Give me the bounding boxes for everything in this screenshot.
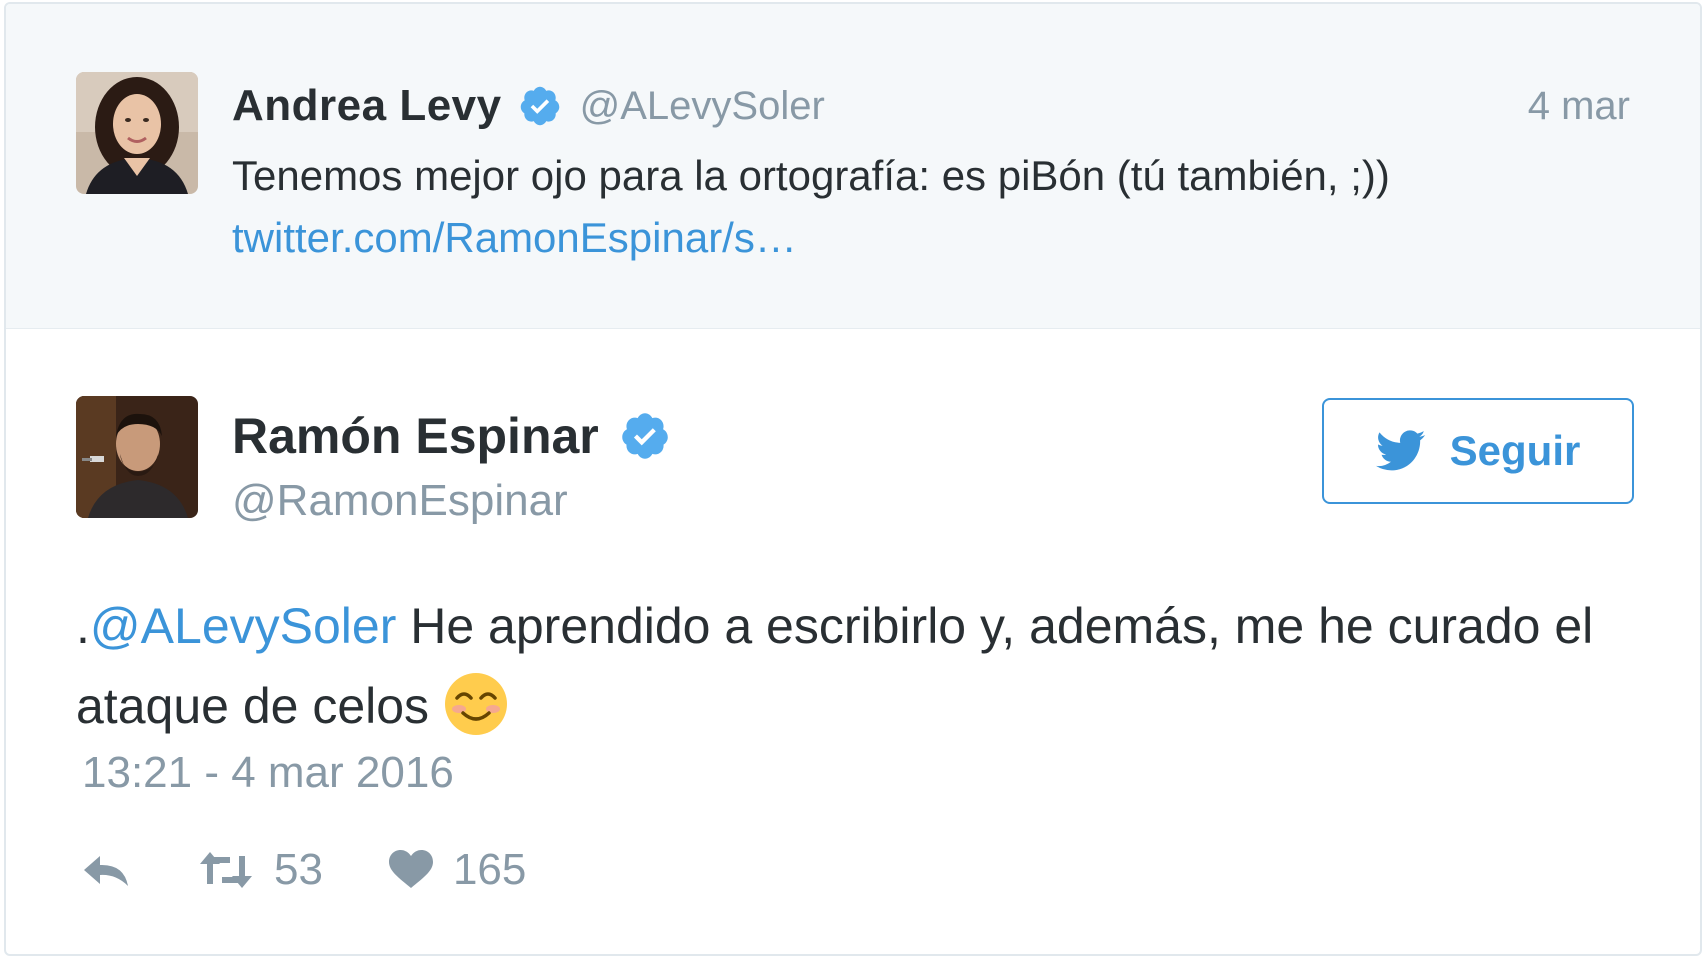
verified-badge-icon (619, 410, 671, 462)
author-name[interactable]: Ramón Espinar (232, 407, 599, 465)
tweet-link[interactable]: twitter.com/RamonEspinar/s… (232, 210, 797, 266)
tweet-date[interactable]: 4 mar (1528, 84, 1630, 129)
retweet-button[interactable]: 53 (198, 845, 323, 895)
like-button[interactable]: 165 (388, 845, 527, 895)
like-count: 165 (452, 845, 527, 894)
tweet-timestamp[interactable]: 13:21 - 4 mar 2016 (82, 748, 454, 798)
parent-tweet-header: Andrea Levy @ALevySoler (232, 78, 825, 134)
mention-link[interactable]: @ALevySoler (90, 598, 396, 654)
reply-icon (82, 850, 132, 890)
reply-button[interactable] (82, 850, 132, 890)
tweet-embed-card: Andrea Levy @ALevySoler 4 mar Tenemos me… (4, 2, 1702, 956)
heart-icon (388, 850, 433, 890)
smiling-face-emoji-icon (443, 671, 509, 737)
avatar[interactable] (76, 396, 198, 518)
author-handle[interactable]: @RamonEspinar (232, 476, 568, 526)
author-name[interactable]: Andrea Levy (232, 81, 502, 131)
follow-button[interactable]: Seguir (1322, 398, 1634, 504)
tweet-text: .@ALevySoler He aprendido a escribirlo y… (76, 586, 1616, 746)
verified-badge-icon (518, 84, 562, 128)
avatar[interactable] (76, 72, 198, 194)
tweet-text: Tenemos mejor ojo para la ortografía: es… (232, 152, 1390, 199)
twitter-bird-icon (1375, 430, 1426, 472)
parent-tweet[interactable]: Andrea Levy @ALevySoler 4 mar Tenemos me… (6, 4, 1700, 329)
tweet-actions: 53 165 (82, 840, 526, 900)
retweet-icon (198, 850, 254, 890)
author-name-row: Ramón Espinar (232, 404, 671, 468)
tweet-text-prefix: . (76, 598, 90, 654)
follow-button-label: Seguir (1449, 427, 1581, 474)
author-handle[interactable]: @ALevySoler (580, 84, 825, 129)
retweet-count: 53 (274, 845, 323, 894)
